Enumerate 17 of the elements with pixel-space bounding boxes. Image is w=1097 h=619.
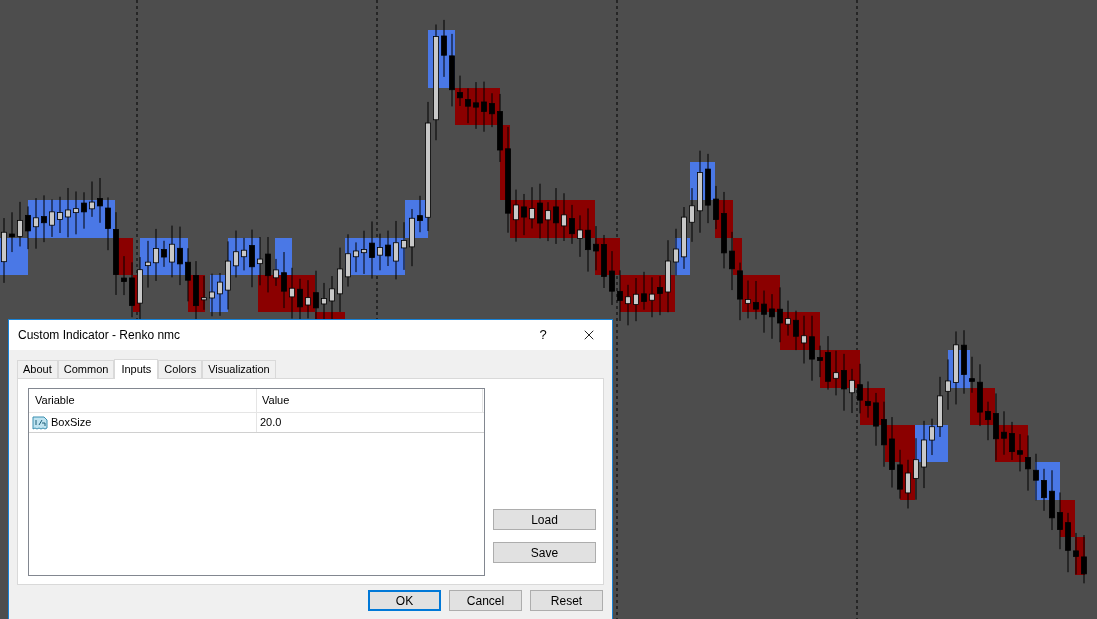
dialog-button[interactable]: Cancel [449, 590, 522, 611]
number-value-icon [32, 415, 48, 430]
table-cell-text: 20.0 [259, 415, 282, 431]
window-title: Custom Indicator - Renko nmc [18, 327, 182, 344]
tab[interactable]: Inputs [114, 359, 159, 379]
tab[interactable]: Colors [158, 360, 203, 378]
dialog-button[interactable]: OK [368, 590, 441, 611]
dialog-button[interactable]: Reset [530, 590, 603, 611]
side-button[interactable]: Save [493, 542, 596, 563]
tab[interactable]: About [17, 360, 58, 378]
tab[interactable]: Visualization [202, 360, 276, 378]
help-button[interactable]: ? [520, 320, 566, 350]
column-header[interactable]: Value [257, 389, 483, 412]
table-cell-text: BoxSize [51, 415, 92, 431]
tab[interactable]: Common [57, 360, 115, 378]
column-header[interactable]: Variable [29, 389, 257, 412]
side-button[interactable]: Load [493, 509, 596, 530]
